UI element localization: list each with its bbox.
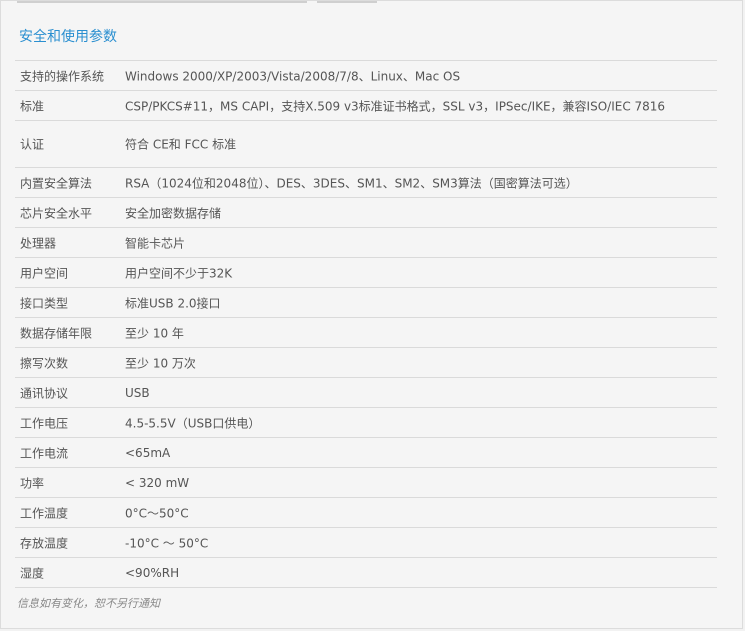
spec-row: 芯片安全水平 安全加密数据存储 bbox=[15, 198, 717, 228]
spec-label: 处理器 bbox=[20, 236, 57, 250]
spec-label: 工作电流 bbox=[20, 446, 69, 460]
disclaimer-note: 信息如有变化，恕不另行通知 bbox=[17, 597, 160, 610]
spec-row: 湿度 <90%RH bbox=[15, 558, 717, 588]
spec-value: < 320 mW bbox=[125, 475, 190, 490]
spec-row: 接口类型 标准USB 2.0接口 bbox=[15, 288, 717, 318]
spec-label: 内置安全算法 bbox=[20, 176, 93, 190]
spec-value: Windows 2000/XP/2003/Vista/2008/7/8、Linu… bbox=[125, 69, 461, 83]
spec-row: 支持的操作系统 Windows 2000/XP/2003/Vista/2008/… bbox=[15, 61, 717, 91]
spec-row: 处理器 智能卡芯片 bbox=[15, 228, 717, 258]
spec-row: 通讯协议 USB bbox=[15, 378, 717, 408]
spec-label: 数据存储年限 bbox=[20, 326, 93, 340]
spec-label: 存放温度 bbox=[20, 536, 69, 550]
spec-value: 符合 CE和 FCC 标准 bbox=[125, 137, 237, 152]
spec-row: 工作电压 4.5-5.5V（USB口供电） bbox=[15, 408, 717, 438]
spec-value: -10°C ～ 50°C bbox=[125, 536, 209, 550]
spec-row: 工作温度 0°C～50°C bbox=[15, 498, 717, 528]
spec-row: 存放温度 -10°C ～ 50°C bbox=[15, 528, 717, 558]
spec-value: 4.5-5.5V（USB口供电） bbox=[125, 416, 261, 430]
top-tab-bar bbox=[317, 1, 377, 3]
spec-label: 接口类型 bbox=[20, 296, 69, 310]
spec-row: 数据存储年限 至少 10 年 bbox=[15, 318, 717, 348]
spec-value: 至少 10 年 bbox=[125, 326, 184, 340]
spec-row: 用户空间 用户空间不少于32K bbox=[15, 258, 717, 288]
spec-label: 用户空间 bbox=[20, 266, 69, 280]
spec-value: CSP/PKCS#11，MS CAPI，支持X.509 v3标准证书格式，SSL… bbox=[125, 99, 666, 113]
spec-label: 工作电压 bbox=[20, 416, 69, 430]
spec-label: 工作温度 bbox=[20, 506, 69, 520]
spec-value: USB bbox=[125, 385, 150, 400]
spec-label: 功率 bbox=[20, 476, 45, 490]
spec-label: 湿度 bbox=[20, 566, 45, 580]
spec-value: <65mA bbox=[125, 445, 171, 460]
spec-panel: 安全和使用参数 支持的操作系统 Windows 2000/XP/2003/Vis… bbox=[0, 0, 743, 629]
spec-row: 擦写次数 至少 10 万次 bbox=[15, 348, 717, 378]
spec-label: 标准 bbox=[20, 99, 45, 113]
spec-value: 用户空间不少于32K bbox=[125, 266, 233, 280]
spec-row: 认证 符合 CE和 FCC 标准 bbox=[15, 121, 717, 168]
spec-label: 通讯协议 bbox=[20, 386, 69, 400]
spec-label: 支持的操作系统 bbox=[20, 69, 105, 83]
spec-value: <90%RH bbox=[125, 565, 180, 580]
spec-label: 认证 bbox=[20, 137, 45, 152]
spec-value: 智能卡芯片 bbox=[125, 236, 186, 250]
section-title: 安全和使用参数 bbox=[19, 29, 117, 45]
spec-value: 至少 10 万次 bbox=[125, 356, 196, 370]
spec-label: 擦写次数 bbox=[20, 356, 69, 370]
spec-row: 内置安全算法 RSA（1024位和2048位）、DES、3DES、SM1、SM2… bbox=[15, 168, 717, 198]
spec-value: 标准USB 2.0接口 bbox=[125, 296, 221, 310]
top-tab-bar bbox=[17, 1, 307, 3]
spec-value: RSA（1024位和2048位）、DES、3DES、SM1、SM2、SM3算法（… bbox=[125, 176, 578, 190]
spec-row: 标准 CSP/PKCS#11，MS CAPI，支持X.509 v3标准证书格式，… bbox=[15, 91, 717, 121]
spec-label: 芯片安全水平 bbox=[20, 206, 93, 220]
spec-value: 安全加密数据存储 bbox=[125, 206, 222, 220]
spec-value: 0°C～50°C bbox=[125, 506, 189, 520]
spec-row: 功率 < 320 mW bbox=[15, 468, 717, 498]
spec-row: 工作电流 <65mA bbox=[15, 438, 717, 468]
